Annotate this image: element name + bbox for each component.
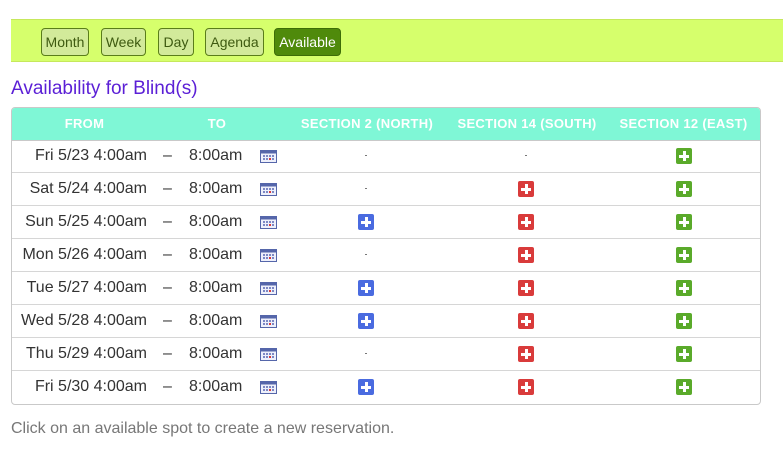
- tab-available[interactable]: Available: [274, 28, 341, 56]
- table-row: Mon 5/26 4:00am –8:00am: [12, 239, 760, 272]
- view-toolbar: Month Week Day Agenda Available: [11, 19, 783, 62]
- plus-icon[interactable]: [676, 181, 692, 197]
- row-separator: –: [163, 246, 172, 263]
- help-text: Click on an available spot to create a n…: [11, 420, 395, 437]
- calendar-icon[interactable]: [260, 150, 277, 163]
- plus-icon[interactable]: [676, 247, 692, 263]
- tab-week[interactable]: Week: [101, 28, 146, 56]
- unavailable-marker: [365, 188, 367, 189]
- plus-icon[interactable]: [358, 379, 374, 395]
- table-header: FROM TO SECTION 2 (NORTH) SECTION 14 (SO…: [12, 108, 760, 141]
- row-from-time: Fri 5/30 4:00am: [34, 378, 147, 395]
- table-row: Sun 5/25 4:00am –8:00am: [12, 206, 760, 239]
- table-row: Wed 5/28 4:00am –8:00am: [12, 305, 760, 338]
- calendar-icon[interactable]: [260, 249, 277, 262]
- plus-icon[interactable]: [676, 346, 692, 362]
- row-separator: –: [163, 279, 172, 296]
- row-from-time: Fri 5/23 4:00am: [34, 147, 147, 164]
- column-header-section-2: SECTION 2 (NORTH): [300, 116, 434, 131]
- row-to-time: 8:00am: [189, 345, 243, 362]
- unavailable-marker: [365, 254, 367, 255]
- row-to-time: 8:00am: [189, 180, 243, 197]
- row-from-time: Wed 5/28 4:00am: [20, 312, 147, 329]
- unavailable-marker: [365, 155, 367, 156]
- unavailable-marker: [525, 155, 527, 156]
- table-row: Fri 5/23 4:00am –8:00am: [12, 140, 760, 173]
- plus-icon[interactable]: [518, 313, 534, 329]
- row-to-time: 8:00am: [189, 279, 243, 296]
- row-to-time: 8:00am: [189, 147, 243, 164]
- plus-icon[interactable]: [676, 148, 692, 164]
- plus-icon[interactable]: [518, 280, 534, 296]
- calendar-icon[interactable]: [260, 216, 277, 229]
- column-header-section-12: SECTION 12 (EAST): [619, 116, 748, 131]
- row-separator: –: [163, 213, 172, 230]
- plus-icon[interactable]: [518, 181, 534, 197]
- plus-icon[interactable]: [518, 247, 534, 263]
- row-separator: –: [163, 312, 172, 329]
- calendar-icon[interactable]: [260, 183, 277, 196]
- row-to-time: 8:00am: [189, 378, 243, 395]
- availability-table: FROM TO SECTION 2 (NORTH) SECTION 14 (SO…: [11, 107, 761, 405]
- table-row: Fri 5/30 4:00am –8:00am: [12, 371, 760, 404]
- row-from-time: Sun 5/25 4:00am: [25, 213, 147, 230]
- row-separator: –: [163, 345, 172, 362]
- row-from-time: Mon 5/26 4:00am: [22, 246, 147, 263]
- plus-icon[interactable]: [676, 379, 692, 395]
- table-row: Sat 5/24 4:00am –8:00am: [12, 173, 760, 206]
- plus-icon[interactable]: [518, 214, 534, 230]
- table-row: Thu 5/29 4:00am –8:00am: [12, 338, 760, 371]
- plus-icon[interactable]: [518, 346, 534, 362]
- page-title: Availability for Blind(s): [11, 78, 198, 99]
- tab-day[interactable]: Day: [158, 28, 194, 56]
- unavailable-marker: [365, 353, 367, 354]
- calendar-icon[interactable]: [260, 381, 277, 394]
- table-row: Tue 5/27 4:00am –8:00am: [12, 272, 760, 305]
- row-from-time: Tue 5/27 4:00am: [26, 279, 147, 296]
- row-separator: –: [163, 180, 172, 197]
- plus-icon[interactable]: [676, 313, 692, 329]
- tab-month[interactable]: Month: [41, 28, 89, 56]
- plus-icon[interactable]: [358, 313, 374, 329]
- calendar-icon[interactable]: [260, 315, 277, 328]
- row-separator: –: [163, 147, 172, 164]
- row-from-time: Sat 5/24 4:00am: [29, 180, 147, 197]
- plus-icon[interactable]: [676, 280, 692, 296]
- column-header-section-14: SECTION 14 (SOUTH): [457, 116, 597, 131]
- plus-icon[interactable]: [358, 214, 374, 230]
- calendar-icon[interactable]: [260, 282, 277, 295]
- plus-icon[interactable]: [518, 379, 534, 395]
- plus-icon[interactable]: [676, 214, 692, 230]
- row-to-time: 8:00am: [189, 213, 243, 230]
- row-to-time: 8:00am: [189, 312, 243, 329]
- tab-agenda[interactable]: Agenda: [205, 28, 264, 56]
- plus-icon[interactable]: [358, 280, 374, 296]
- calendar-icon[interactable]: [260, 348, 277, 361]
- row-separator: –: [163, 378, 172, 395]
- column-header-from: FROM: [64, 116, 105, 131]
- row-from-time: Thu 5/29 4:00am: [26, 345, 147, 362]
- column-header-to: TO: [207, 116, 227, 131]
- row-to-time: 8:00am: [189, 246, 243, 263]
